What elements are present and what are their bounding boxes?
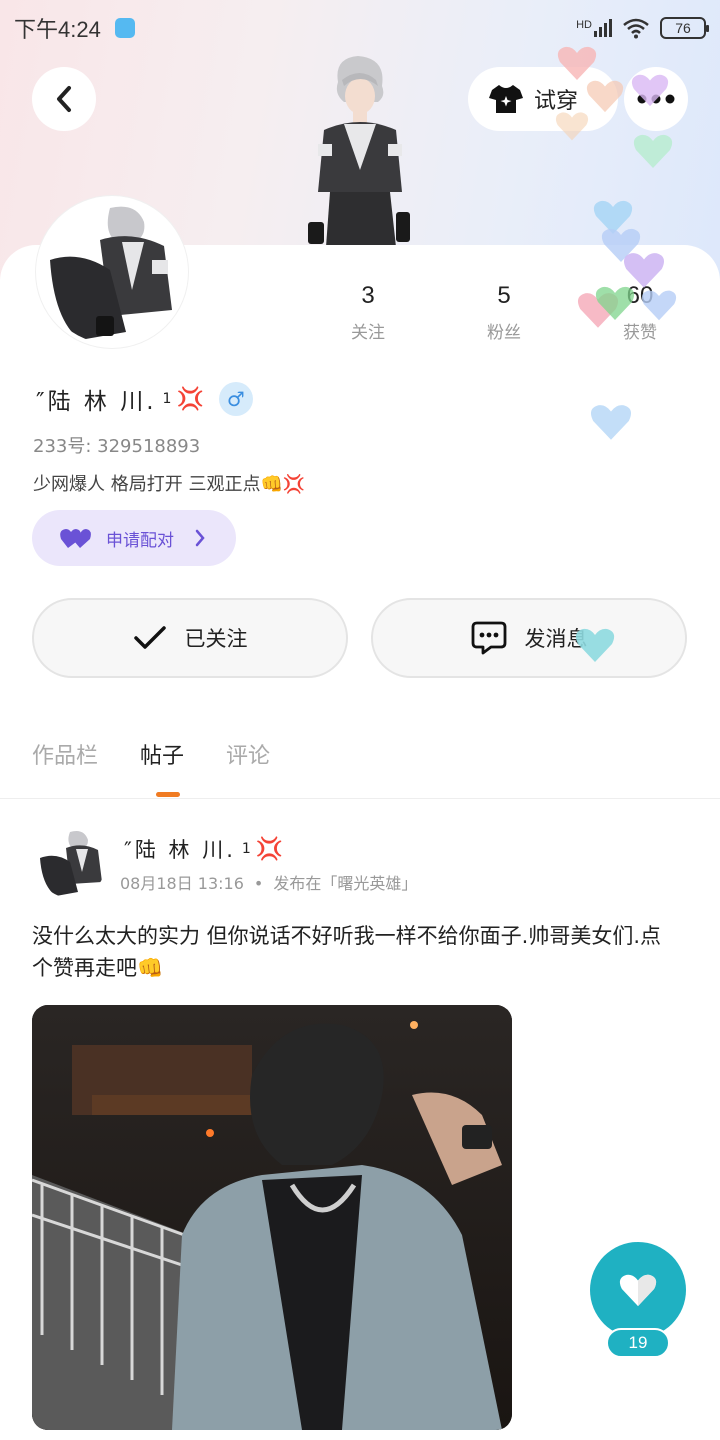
follow-label: 已关注 (184, 627, 248, 651)
username: ″陆 林 川. (36, 389, 157, 415)
tab-comments[interactable]: 评论 (226, 738, 270, 770)
stat-followers[interactable]: 5 粉丝 (436, 282, 572, 343)
content-tabs: 作品栏 帖子 评论 (32, 738, 270, 770)
wifi-icon (623, 18, 649, 39)
stat-label: 粉丝 (487, 323, 521, 343)
profile-avatar[interactable] (36, 196, 188, 348)
pair-label: 申请配对 (106, 530, 174, 551)
heart-icon (619, 1274, 657, 1307)
post-meta: 08月18日 13:16 • 发布在「曙光英雄」 (120, 870, 417, 894)
floating-heart-icon (595, 286, 635, 320)
status-indicators: HD 76 (576, 17, 709, 39)
network-type-label: HD (576, 19, 592, 31)
stat-following[interactable]: 3 关注 (300, 282, 436, 343)
post-author-name[interactable]: ″陆 林 川. (124, 834, 236, 864)
username-row: ″陆 林 川. 1 💢 ♂ (36, 382, 253, 416)
post-author-level: 1 (241, 841, 254, 857)
checkmark-icon (133, 626, 166, 649)
user-bio: 少网爆人 格局打开 三观正点👊💢 (33, 474, 306, 495)
post-author-avatar[interactable] (36, 828, 106, 898)
status-bar: 下午4:24 HD 76 (0, 0, 720, 56)
request-pair-button[interactable]: 申请配对 (32, 510, 236, 566)
avatar-image (40, 200, 184, 344)
anger-symbol-icon: 💢 (176, 386, 207, 412)
tab-works[interactable]: 作品栏 (32, 738, 98, 770)
active-tab-indicator (156, 792, 180, 797)
tabs-divider (0, 798, 720, 799)
post-date: 08月18日 13:16 (120, 874, 244, 893)
stat-value: 5 (497, 282, 511, 309)
floating-heart-icon (633, 134, 673, 168)
user-level: 1 (162, 391, 175, 407)
app-notification-icon (114, 18, 135, 38)
tab-posts[interactable]: 帖子 (140, 738, 184, 770)
floating-heart-icon (555, 112, 589, 141)
anger-symbol-icon: 💢 (255, 836, 287, 862)
floating-heart-icon (590, 405, 632, 440)
user-id: 233号: 329518893 (33, 436, 201, 457)
stat-value: 3 (361, 282, 375, 309)
battery-indicator: 76 (660, 17, 709, 39)
like-button[interactable] (590, 1242, 686, 1338)
post-author-name-row: ″陆 林 川. 1 💢 (124, 834, 286, 864)
stat-label: 关注 (351, 323, 385, 343)
floating-heart-icon (557, 46, 597, 80)
double-heart-icon (60, 529, 91, 548)
floating-heart-icon (641, 290, 677, 321)
floating-heart-icon (575, 628, 615, 662)
chevron-right-icon (195, 529, 205, 547)
chat-bubble-icon (471, 621, 506, 655)
avatar-image (36, 828, 106, 898)
chevron-left-icon (57, 86, 71, 112)
floating-heart-icon (631, 74, 669, 107)
post-image[interactable] (32, 1005, 512, 1430)
avatar-3d-figure (308, 56, 410, 247)
back-button[interactable] (32, 67, 96, 131)
floating-heart-icon (586, 80, 624, 113)
tshirt-icon (489, 85, 523, 113)
post-photo (32, 1005, 512, 1430)
post-text: 没什么太大的实力 但你说话不好听我一样不给你面子.帅哥美女们.点个赞再走吧👊 (32, 924, 662, 980)
follow-button[interactable]: 已关注 (32, 598, 348, 678)
status-time: 下午4:24 (14, 17, 101, 42)
send-message-button[interactable]: 发消息 (371, 598, 687, 678)
male-gender-icon: ♂ (218, 382, 253, 416)
meta-separator: • (253, 874, 264, 893)
like-count-badge: 19 (606, 1328, 670, 1358)
post-forum[interactable]: 发布在「曙光英雄」 (273, 874, 417, 893)
signal-icon: HD (576, 19, 612, 37)
